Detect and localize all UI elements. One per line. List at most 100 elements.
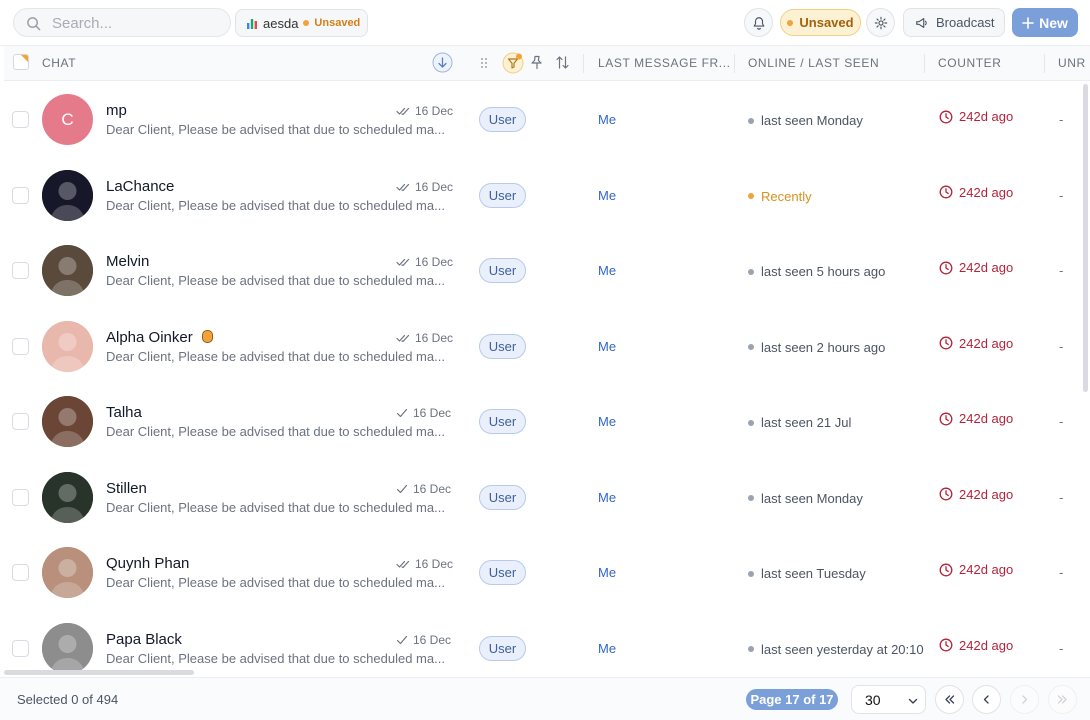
- last-page-button[interactable]: [1048, 685, 1077, 714]
- column-header-unread[interactable]: UNR: [1058, 56, 1086, 70]
- new-button[interactable]: New: [1012, 8, 1078, 37]
- last-message-from[interactable]: Me: [598, 490, 616, 505]
- table-row[interactable]: Alpha Oinker Dear Client, Please be advis…: [4, 309, 1082, 385]
- message-preview: Dear Client, Please be advised that due …: [106, 575, 445, 590]
- last-message-from[interactable]: Me: [598, 263, 616, 278]
- message-preview: Dear Client, Please be advised that due …: [106, 650, 445, 666]
- role-badge[interactable]: User: [479, 484, 526, 510]
- page-size-value: 30: [865, 691, 881, 708]
- chat-name[interactable]: Talha: [106, 404, 142, 421]
- search-input[interactable]: Search...: [13, 8, 231, 37]
- chat-name[interactable]: Quynh Phan: [106, 555, 189, 572]
- double-check-icon: [396, 107, 410, 116]
- select-all-checkbox[interactable]: [13, 54, 29, 70]
- role-badge[interactable]: User: [479, 409, 526, 434]
- chat-name[interactable]: Melvin: [106, 253, 149, 270]
- last-message-from[interactable]: Me: [598, 641, 616, 656]
- column-header-counter[interactable]: COUNTER: [938, 56, 1002, 70]
- table-row[interactable]: Talha Dear Client, Please be advised that…: [4, 384, 1082, 460]
- chat-name[interactable]: Stillen: [106, 480, 147, 497]
- drag-handle-icon[interactable]: [480, 57, 488, 69]
- column-header-chat[interactable]: CHAT: [42, 56, 76, 70]
- horizontal-scrollbar[interactable]: [4, 670, 194, 675]
- date-text: 16 Dec: [415, 104, 454, 118]
- unread-count: -: [1059, 565, 1064, 580]
- previous-page-button[interactable]: [972, 685, 1001, 714]
- chat-name[interactable]: Papa Black: [106, 631, 182, 648]
- counter-text: 242d ago: [959, 411, 1014, 426]
- counter: 242d ago: [939, 411, 1013, 426]
- row-checkbox[interactable]: [12, 564, 29, 581]
- role-badge[interactable]: User: [479, 333, 526, 359]
- avatar[interactable]: [42, 622, 93, 670]
- column-header-online[interactable]: ONLINE / LAST SEEN: [748, 56, 879, 70]
- row-checkbox[interactable]: [12, 413, 29, 430]
- list-selector[interactable]: aesda Unsaved: [235, 9, 368, 37]
- table-row[interactable]: Papa Black Dear Client, Please be advised…: [4, 611, 1082, 670]
- role-badge[interactable]: User: [479, 560, 526, 585]
- avatar[interactable]: [42, 547, 93, 598]
- role-badge[interactable]: User: [479, 635, 526, 661]
- role-badge[interactable]: User: [479, 107, 526, 132]
- counter: 242d ago: [939, 487, 1013, 502]
- last-message-from[interactable]: Me: [598, 565, 616, 580]
- row-checkbox[interactable]: [12, 111, 29, 128]
- vertical-scrollbar[interactable]: [1083, 84, 1088, 392]
- column-divider: [924, 54, 925, 73]
- message-preview: Dear Client, Please be advised that due …: [106, 197, 445, 213]
- last-message-from[interactable]: Me: [598, 112, 616, 127]
- column-header-last-message[interactable]: LAST MESSAGE FR...: [598, 56, 731, 70]
- last-seen: last seen Monday: [748, 113, 863, 128]
- avatar[interactable]: [42, 471, 93, 523]
- last-message-from[interactable]: Me: [598, 414, 616, 429]
- last-seen-text: last seen 5 hours ago: [761, 264, 886, 279]
- search-placeholder: Search...: [52, 15, 113, 32]
- notifications-button[interactable]: [744, 8, 773, 37]
- message-preview: Dear Client, Please be advised that due …: [106, 499, 445, 515]
- role-badge[interactable]: User: [479, 182, 526, 208]
- unsaved-dot: [787, 19, 794, 26]
- broadcast-button[interactable]: Broadcast: [903, 8, 1005, 37]
- table-row[interactable]: Cmp Dear Client, Please be advised that d…: [4, 82, 1082, 158]
- role-badge[interactable]: User: [479, 258, 526, 283]
- double-chevron-right-icon: [1057, 695, 1067, 704]
- row-checkbox[interactable]: [12, 639, 29, 657]
- row-checkbox[interactable]: [12, 186, 29, 204]
- status-dot: [748, 419, 754, 426]
- next-page-button[interactable]: [1010, 685, 1039, 714]
- chat-name[interactable]: mp: [106, 102, 127, 119]
- settings-button[interactable]: [866, 8, 895, 37]
- table-row[interactable]: LaChance Dear Client, Please be advised t…: [4, 158, 1082, 234]
- row-checkbox[interactable]: [12, 337, 29, 355]
- unread-count: -: [1059, 640, 1064, 656]
- table-row[interactable]: Melvin Dear Client, Please be advised tha…: [4, 233, 1082, 309]
- chat-name-text: Talha: [106, 404, 142, 421]
- last-message-from[interactable]: Me: [598, 188, 616, 203]
- table-row[interactable]: Quynh Phan Dear Client, Please be advised…: [4, 535, 1082, 611]
- avatar[interactable]: [42, 245, 93, 296]
- chat-name[interactable]: LaChance: [106, 178, 174, 195]
- sort-icon[interactable]: [555, 55, 570, 70]
- page-size-select[interactable]: 30: [851, 685, 926, 714]
- avatar[interactable]: C: [42, 94, 93, 145]
- unsaved-indicator[interactable]: Unsaved: [780, 9, 861, 36]
- table-row[interactable]: Stillen Dear Client, Please be advised th…: [4, 460, 1082, 536]
- last-message-from[interactable]: Me: [598, 339, 616, 354]
- clock-icon: [939, 412, 953, 425]
- double-check-icon: [396, 334, 410, 342]
- counter-text: 242d ago: [959, 109, 1014, 124]
- message-date: 16 Dec: [396, 557, 453, 571]
- chat-name[interactable]: Alpha Oinker: [106, 329, 213, 346]
- counter: 242d ago: [939, 260, 1013, 275]
- avatar[interactable]: [42, 396, 93, 447]
- status-dot: [748, 570, 754, 577]
- avatar[interactable]: [42, 320, 93, 372]
- row-checkbox[interactable]: [12, 488, 29, 506]
- first-page-button[interactable]: [935, 685, 964, 714]
- avatar[interactable]: [42, 169, 93, 221]
- new-label: New: [1039, 14, 1068, 31]
- pin-icon[interactable]: [530, 55, 544, 70]
- row-checkbox[interactable]: [12, 262, 29, 279]
- sort-down-icon[interactable]: [432, 52, 453, 73]
- filter-icon[interactable]: [502, 52, 524, 74]
